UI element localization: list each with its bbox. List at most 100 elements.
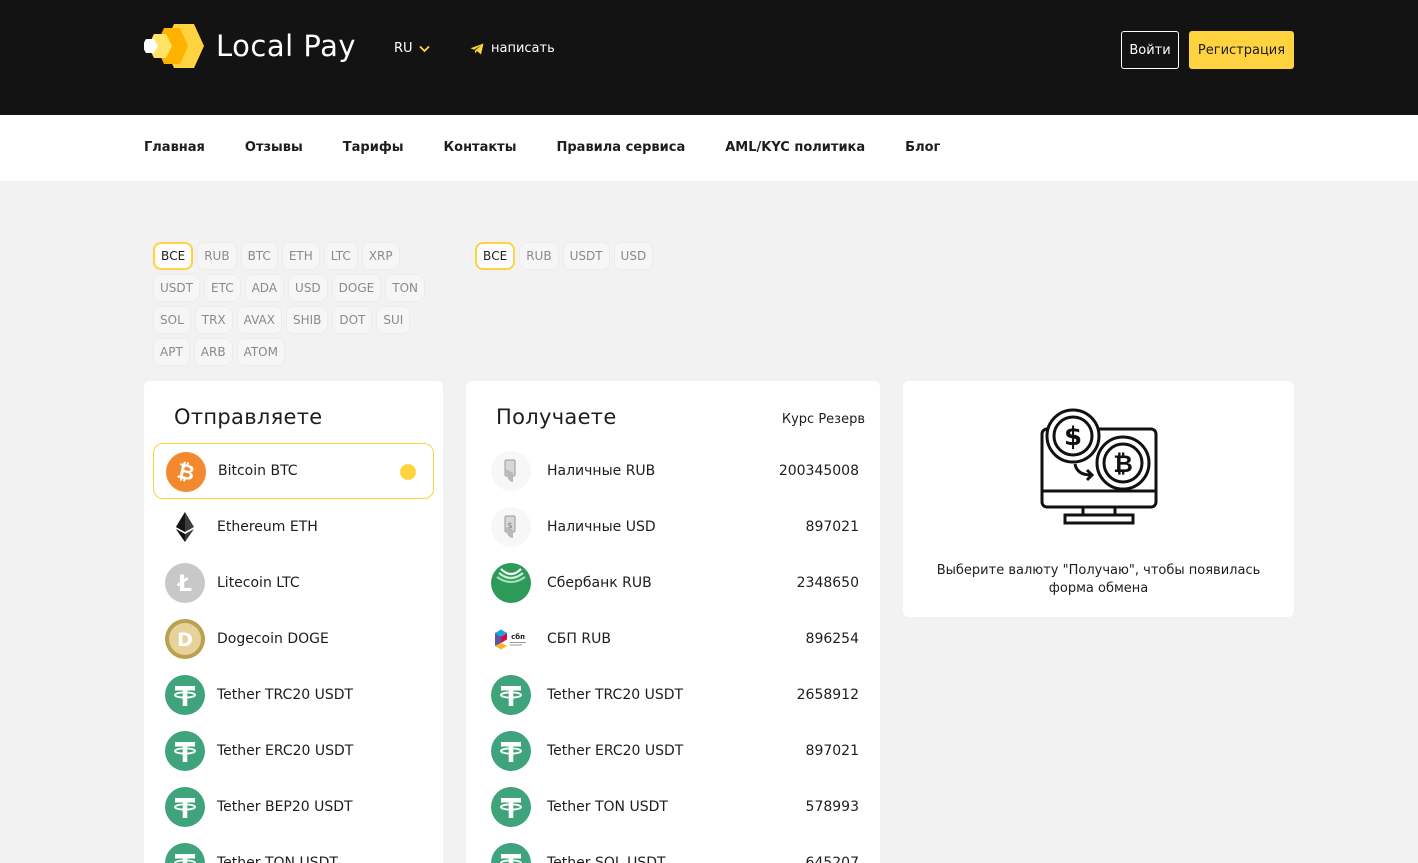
reserve-value: 578993 xyxy=(805,799,859,815)
main-nav: Главная Отзывы Тарифы Контакты Правила с… xyxy=(144,140,940,155)
send-filter-chip[interactable]: ATOM xyxy=(236,338,285,366)
brand-name: Local Pay xyxy=(216,29,356,63)
login-button[interactable]: Войти xyxy=(1121,31,1179,69)
currency-label: Наличные USD xyxy=(547,519,656,535)
nav-item-rules[interactable]: Правила сервиса xyxy=(556,140,685,155)
send-filter-chip[interactable]: ETH xyxy=(281,242,320,270)
ethereum-icon xyxy=(165,507,205,547)
send-filter-chip[interactable]: USD xyxy=(288,274,328,302)
reserve-value: 2658912 xyxy=(796,687,859,703)
receive-panel-title: Получаете xyxy=(496,405,617,429)
send-filter-chip[interactable]: SOL xyxy=(153,306,191,334)
tether-icon xyxy=(491,843,531,863)
send-filter-chip[interactable]: ВСЕ xyxy=(153,242,194,270)
litecoin-icon: Ł xyxy=(165,563,205,603)
nav-item-home[interactable]: Главная xyxy=(144,140,205,155)
currency-label: Bitcoin BTC xyxy=(218,463,298,479)
nav-item-aml-kyc[interactable]: AML/KYC политика xyxy=(725,140,865,155)
send-filter-chip[interactable]: TRX xyxy=(194,306,233,334)
currency-label: Ethereum ETH xyxy=(217,519,318,535)
tether-icon xyxy=(491,675,531,715)
cash-usd-icon: $ xyxy=(491,507,531,547)
exchange-info-panel: $ ₿ Выберите валюту "Получаю", чтобы поя… xyxy=(903,381,1294,617)
receive-currency-item[interactable]: Наличные RUB 200345008 xyxy=(482,443,869,499)
receive-filter-chip[interactable]: USDT xyxy=(562,242,610,270)
tether-icon xyxy=(491,787,531,827)
write-link[interactable]: написать xyxy=(470,41,555,56)
send-panel: Отправляете ₿ Bitcoin BTC Ethereum ETH Ł… xyxy=(144,381,443,863)
currency-label: Tether SOL USDT xyxy=(547,855,666,863)
tether-icon xyxy=(165,843,205,863)
bitcoin-icon: ₿ xyxy=(166,452,206,492)
send-filter-chip[interactable]: ETC xyxy=(203,274,241,302)
send-filter-chip[interactable]: USDT xyxy=(153,274,200,302)
chevron-down-icon xyxy=(418,45,430,52)
send-filter-chip[interactable]: SHIB xyxy=(285,306,329,334)
exchange-monitor-icon: $ ₿ xyxy=(1040,408,1158,525)
language-label: RU xyxy=(394,41,413,56)
send-currency-item[interactable]: Ł Litecoin LTC xyxy=(153,555,434,611)
send-filter-chip[interactable]: DOGE xyxy=(331,274,382,302)
language-selector[interactable]: RU xyxy=(394,41,430,56)
currency-label: Наличные RUB xyxy=(547,463,656,479)
tether-icon xyxy=(491,731,531,771)
cash-rub-icon xyxy=(491,451,531,491)
tether-icon xyxy=(165,787,205,827)
currency-label: Tether ERC20 USDT xyxy=(217,743,354,759)
send-filter-chip[interactable]: RUB xyxy=(197,242,237,270)
currency-label: Tether TRC20 USDT xyxy=(217,687,354,703)
nav-item-tariffs[interactable]: Тарифы xyxy=(343,140,404,155)
send-currency-item[interactable]: Tether TRC20 USDT xyxy=(153,667,434,723)
send-filter-chip[interactable]: SUI xyxy=(376,306,411,334)
nav-item-reviews[interactable]: Отзывы xyxy=(245,140,303,155)
send-filter-chip[interactable]: DOT xyxy=(332,306,373,334)
send-currency-item[interactable]: D Dogecoin DOGE xyxy=(153,611,434,667)
reserve-value: 896254 xyxy=(805,631,859,647)
telegram-icon xyxy=(470,43,484,54)
send-filter-chip[interactable]: BTC xyxy=(240,242,278,270)
receive-currency-item[interactable]: Tether ERC20 USDT 897021 xyxy=(482,723,869,779)
send-filter-chip[interactable]: APT xyxy=(153,338,190,366)
currency-label: Tether BEP20 USDT xyxy=(217,799,353,815)
receive-currency-item[interactable]: Tether SOL USDT 645207 xyxy=(482,835,869,863)
dogecoin-icon: D xyxy=(165,619,205,659)
top-header: Local Pay RU написать Войти Регистрация xyxy=(0,0,1418,115)
send-filter-chip[interactable]: ARB xyxy=(193,338,233,366)
brand-logo[interactable]: Local Pay xyxy=(144,22,356,70)
tether-icon xyxy=(165,675,205,715)
svg-text:Ł: Ł xyxy=(177,572,192,597)
send-filter-chip[interactable]: AVAX xyxy=(236,306,282,334)
currency-label: Tether ERC20 USDT xyxy=(547,743,684,759)
send-filter-chip[interactable]: XRP xyxy=(361,242,400,270)
nav-item-contacts[interactable]: Контакты xyxy=(444,140,517,155)
receive-currency-item[interactable]: Tether TON USDT 578993 xyxy=(482,779,869,835)
nav-item-blog[interactable]: Блог xyxy=(905,140,940,155)
receive-panel: Получаете Курс Резерв Наличные RUB 20034… xyxy=(466,381,880,863)
send-currency-item[interactable]: Tether BEP20 USDT xyxy=(153,779,434,835)
receive-currency-item[interactable]: $ Наличные USD 897021 xyxy=(482,499,869,555)
reserve-value: 2348650 xyxy=(796,575,859,591)
currency-label: СБП RUB xyxy=(547,631,611,647)
send-currency-filters: ВСЕ RUB BTC ETH LTC XRP USDT ETC ADA USD… xyxy=(153,242,433,366)
main-nav-bar: Главная Отзывы Тарифы Контакты Правила с… xyxy=(0,115,1418,181)
send-currency-item[interactable]: Tether ERC20 USDT xyxy=(153,723,434,779)
receive-currency-item[interactable]: Сбербанк RUB 2348650 xyxy=(482,555,869,611)
send-filter-chip[interactable]: TON xyxy=(385,274,426,302)
register-button[interactable]: Регистрация xyxy=(1189,31,1294,69)
send-filter-chip[interactable]: LTC xyxy=(323,242,358,270)
send-currency-item[interactable]: Ethereum ETH xyxy=(153,499,434,555)
rate-reserve-header: Курс Резерв xyxy=(781,412,865,427)
selected-indicator xyxy=(400,464,416,480)
send-currency-list: ₿ Bitcoin BTC Ethereum ETH Ł Litecoin LT… xyxy=(153,443,434,863)
receive-currency-item[interactable]: Tether TRC20 USDT 2658912 xyxy=(482,667,869,723)
send-currency-item[interactable]: Tether TON USDT xyxy=(153,835,434,863)
currency-label: Tether TON USDT xyxy=(217,855,338,863)
send-filter-chip[interactable]: ADA xyxy=(244,274,285,302)
receive-filter-chip[interactable]: ВСЕ xyxy=(475,242,516,270)
reserve-value: 645207 xyxy=(805,855,859,863)
receive-filter-chip[interactable]: USD xyxy=(613,242,654,270)
sbp-icon: сбп xyxy=(491,619,531,659)
send-currency-item[interactable]: ₿ Bitcoin BTC xyxy=(153,443,434,499)
receive-currency-item[interactable]: сбп СБП RUB 896254 xyxy=(482,611,869,667)
receive-filter-chip[interactable]: RUB xyxy=(519,242,559,270)
